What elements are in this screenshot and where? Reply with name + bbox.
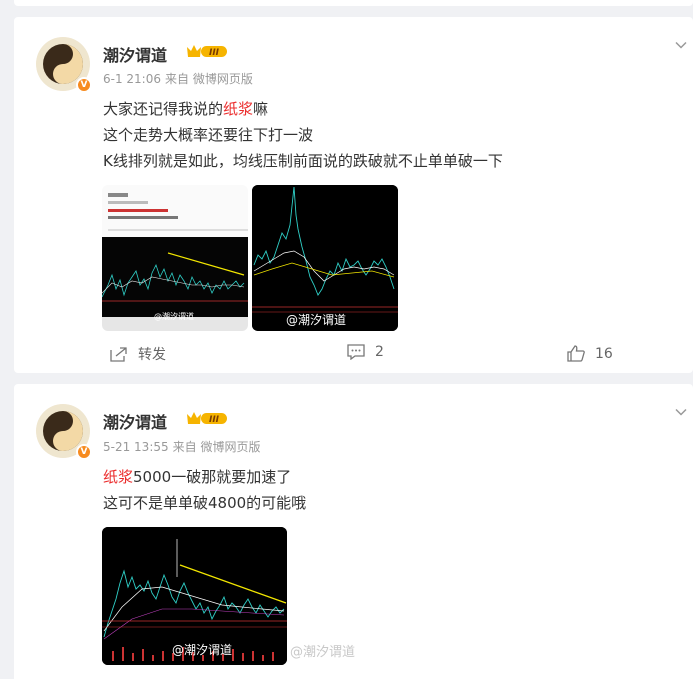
post-text: 纸浆5000一破那就要加速了 这可不是单单破4800的可能哦 [103, 464, 306, 516]
post-source: 来自 微博网页版 [165, 72, 253, 86]
repost-icon [110, 347, 127, 362]
vip-crown-icon[interactable]: III [186, 410, 228, 426]
like-count: 16 [595, 345, 613, 362]
post-text: 大家还记得我说的纸浆嘛 这个走势大概率还要往下打一波 K线排列就是如此，均线压制… [103, 96, 503, 174]
post-meta: 6-1 21:06 来自 微博网页版 [103, 70, 253, 87]
user-name[interactable]: 潮汐谓道 [103, 409, 167, 433]
vip-crown-icon[interactable]: III [186, 43, 228, 59]
svg-text:III: III [209, 48, 220, 58]
comment-count: 2 [375, 344, 384, 360]
user-name[interactable]: 潮汐谓道 [103, 42, 167, 66]
post-card: V 潮汐谓道 III 5-21 13:55 来自 微博网页版 纸浆5000一破那就… [14, 384, 693, 679]
chevron-down-icon[interactable] [675, 39, 687, 51]
chart-image [252, 185, 398, 331]
topic-link[interactable]: 纸浆 [103, 468, 133, 486]
comment-button[interactable]: 2 [347, 344, 384, 360]
repost-label: 转发 [138, 347, 166, 363]
watermark: @潮汐谓道 [154, 312, 194, 321]
post-text-line: 这可不是单单破4800的可能哦 [103, 494, 307, 512]
post-text-line: K线排列就是如此，均线压制前面说的跌破就不止单单破一下 [103, 152, 503, 170]
post-image[interactable]: @潮汐谓道 [102, 185, 248, 331]
like-button[interactable]: 16 [567, 345, 613, 362]
previous-post-card [14, 0, 693, 6]
post-source: 来自 微博网页版 [172, 440, 261, 454]
post-text-line: 纸浆5000一破那就要加速了 [103, 468, 292, 486]
watermark: @潮汐谓道 [172, 643, 233, 657]
comment-icon [347, 344, 365, 360]
verified-badge: V [76, 444, 92, 460]
like-icon [567, 345, 585, 362]
post-time[interactable]: 5-21 13:55 [103, 440, 169, 454]
chevron-down-icon[interactable] [675, 406, 687, 418]
post-image[interactable]: @潮汐谓道 [102, 527, 287, 665]
post-text-line: 大家还记得我说的纸浆嘛 [103, 100, 269, 118]
post-time[interactable]: 6-1 21:06 [103, 72, 161, 86]
repost-button[interactable]: 转发 [110, 344, 166, 364]
verified-badge: V [76, 77, 92, 93]
chart-screenshot-image [102, 185, 248, 331]
svg-text:III: III [209, 415, 220, 425]
post-meta: 5-21 13:55 来自 微博网页版 [103, 438, 260, 455]
post-card: V 潮汐谓道 III 6-1 21:06 来自 微博网页版 大家还记得我说的纸浆嘛… [14, 17, 693, 373]
watermark: @潮汐谓道 [286, 313, 347, 327]
post-text-line: 这个走势大概率还要往下打一波 [103, 126, 314, 144]
topic-link[interactable]: 纸浆 [223, 100, 253, 118]
watermark: @潮汐谓道 [290, 645, 356, 660]
post-image[interactable]: @潮汐谓道 [252, 185, 398, 331]
